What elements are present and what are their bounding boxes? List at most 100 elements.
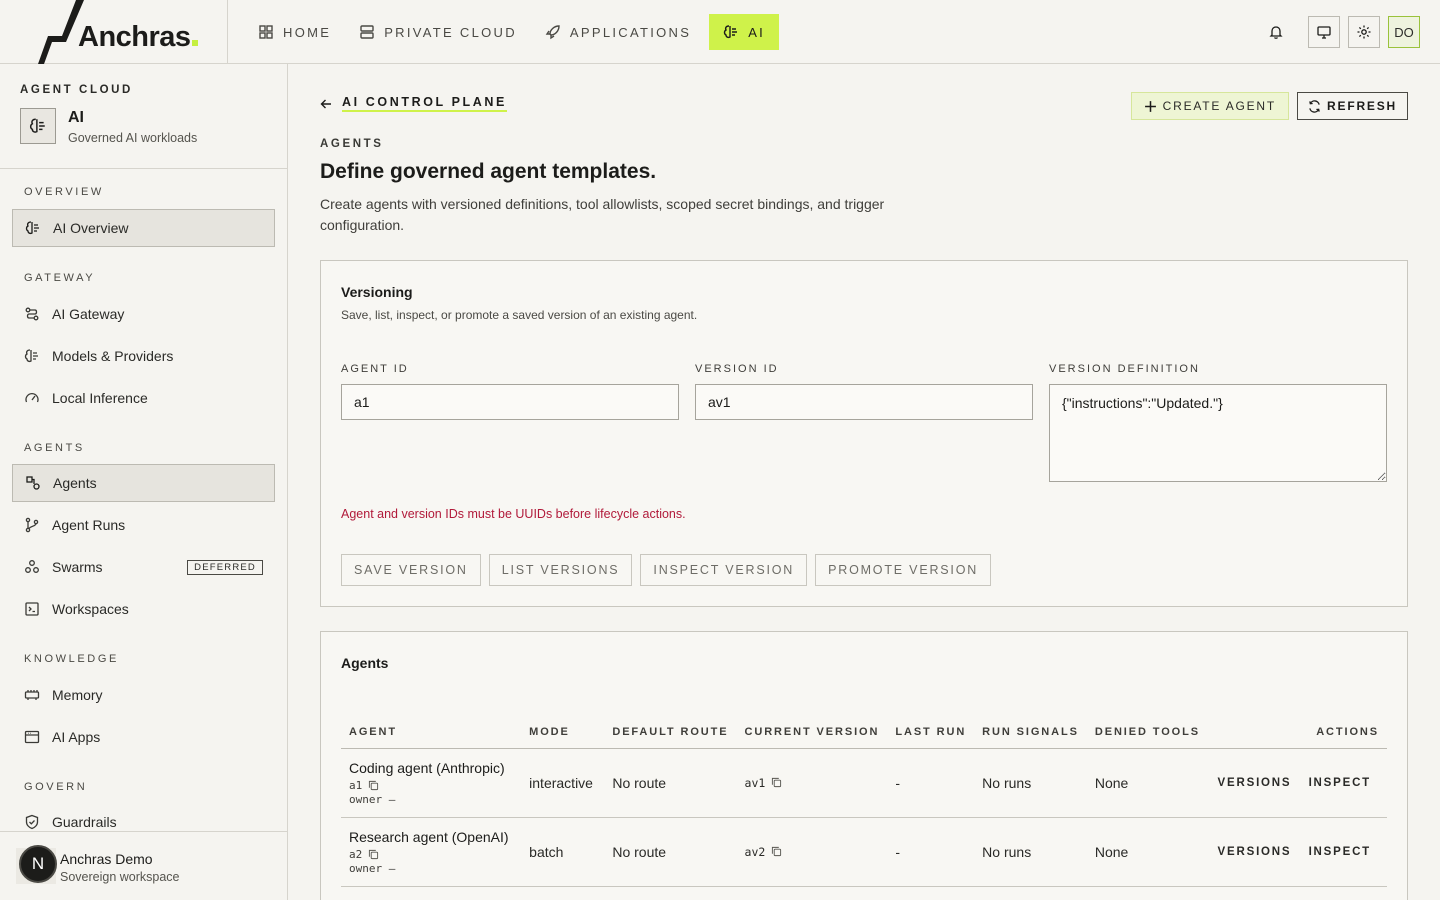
versions-action[interactable]: VERSIONS	[1209, 817, 1301, 887]
page-title: Define governed agent templates.	[320, 160, 657, 183]
create-agent-button[interactable]: CREATE AGENT	[1130, 92, 1290, 120]
main-nav: HOME PRIVATE CLOUD APPLICATIONS AI	[244, 14, 780, 50]
version-cell: av1	[736, 748, 888, 818]
back-link-label: AI CONTROL PLANE	[342, 95, 507, 112]
agents-icon	[26, 476, 40, 490]
denied-tools-cell: None	[1086, 748, 1210, 818]
nav-applications-label: APPLICATIONS	[569, 24, 692, 40]
inspect-version-button[interactable]: INSPECT VERSION	[640, 554, 808, 586]
workspace-switcher[interactable]: N Anchras Demo Sovereign workspace	[0, 831, 287, 900]
copy-icon[interactable]	[368, 780, 379, 791]
inspect-action[interactable]: INSPECT	[1300, 817, 1387, 887]
version-definition-textarea[interactable]: {"instructions":"Updated."}	[1049, 384, 1387, 482]
brain-icon	[724, 25, 738, 39]
nav-ai[interactable]: AI	[709, 14, 780, 50]
mode-cell: interactive	[521, 748, 605, 818]
brand-name: Anchras	[78, 21, 191, 53]
server-icon	[360, 25, 374, 39]
sidebar-item-local-inference[interactable]: Local Inference	[12, 379, 275, 417]
sidebar-item-agents[interactable]: Agents	[12, 464, 275, 502]
versioning-card: Versioning Save, list, inspect, or promo…	[320, 260, 1408, 607]
promote-version-button[interactable]: PROMOTE VERSION	[815, 554, 992, 586]
notifications-button[interactable]	[1260, 16, 1292, 48]
agent-name[interactable]: Coding agent (Anthropic)	[349, 760, 513, 776]
sidebar-item-label: Memory	[52, 687, 103, 703]
brain-icon	[25, 221, 39, 235]
copy-icon[interactable]	[771, 846, 782, 857]
versions-action[interactable]: VERSIONS	[1209, 748, 1301, 818]
settings-button[interactable]	[1348, 16, 1380, 48]
sidebar-header: AGENT CLOUD AI Governed AI workloads	[0, 64, 287, 169]
table-row: Research agent (OpenAI) a2 owner – batch…	[341, 817, 1387, 887]
gauge-icon	[25, 392, 39, 403]
sidebar-item-swarms[interactable]: Swarms DEFERRED	[12, 548, 275, 586]
back-link[interactable]: AI CONTROL PLANE	[320, 95, 507, 112]
sidebar-item-agent-runs[interactable]: Agent Runs	[12, 506, 275, 544]
user-avatar[interactable]: DO	[1388, 16, 1420, 48]
route-cell: No route	[604, 748, 737, 818]
app-window-icon	[24, 730, 40, 744]
sidebar-item-workspaces[interactable]: Workspaces	[12, 590, 275, 628]
page-eyebrow: AGENTS	[320, 138, 384, 150]
column-header: AGENT	[341, 716, 522, 749]
agents-card: Agents AGENT MODE DEFAULT ROUTE CURRENT …	[320, 631, 1408, 900]
sidebar-item-ai-overview[interactable]: AI Overview	[12, 209, 275, 247]
terminal-icon	[25, 602, 39, 616]
nav-home[interactable]: HOME	[244, 14, 345, 50]
sidebar-item-label: AI Apps	[52, 729, 101, 745]
sidebar-item-models-providers[interactable]: Models & Providers	[12, 337, 275, 375]
refresh-button[interactable]: REFRESH	[1297, 92, 1408, 120]
versioning-subtitle: Save, list, inspect, or promote a saved …	[341, 308, 698, 322]
agent-id-value: a1	[349, 778, 363, 792]
sidebar-item-label: Models & Providers	[52, 348, 174, 364]
agent-cell: Research agent (OpenAI) a2 owner –	[341, 817, 522, 887]
sidebar-item-ai-gateway[interactable]: AI Gateway	[12, 295, 275, 333]
page-actions: CREATE AGENT REFRESH	[1130, 92, 1408, 120]
sidebar-item-ai-apps[interactable]: AI Apps	[12, 718, 275, 756]
agent-id-label: AGENT ID	[341, 363, 409, 375]
agent-id: a1	[349, 779, 513, 792]
agent-cell: Coding agent (Anthropic) a1 owner –	[341, 748, 522, 818]
route-icon	[25, 307, 39, 321]
sidebar-item-memory[interactable]: Memory	[12, 676, 275, 714]
deferred-badge: DEFERRED	[187, 559, 263, 575]
version-definition-label: VERSION DEFINITION	[1049, 363, 1200, 375]
last-run-cell: -	[887, 817, 975, 887]
sidebar-app-subtitle: Governed AI workloads	[68, 131, 198, 145]
agent-name[interactable]: Research agent (OpenAI)	[349, 829, 513, 845]
validation-error: Agent and version IDs must be UUIDs befo…	[341, 507, 686, 521]
list-versions-button[interactable]: LIST VERSIONS	[488, 554, 633, 586]
copy-icon[interactable]	[368, 849, 379, 860]
agent-id-input[interactable]	[341, 384, 679, 420]
refresh-label: REFRESH	[1327, 99, 1397, 113]
nav-applications[interactable]: APPLICATIONS	[531, 14, 705, 50]
sidebar-item-label: Swarms	[52, 559, 103, 575]
nav-private-cloud[interactable]: PRIVATE CLOUD	[345, 14, 531, 50]
agents-card-title: Agents	[341, 655, 389, 671]
agent-id: a2	[349, 848, 513, 861]
column-header: DEFAULT ROUTE	[604, 716, 737, 749]
swarm-icon	[25, 560, 39, 573]
sidebar-item-label: Local Inference	[52, 390, 148, 406]
version-value: av1	[744, 775, 766, 790]
brand-logo[interactable]: Anchras	[0, 0, 228, 64]
rocket-icon	[545, 25, 560, 40]
display-button[interactable]	[1308, 16, 1340, 48]
version-id-label: VERSION ID	[695, 363, 779, 375]
table-row: Coding agent (Anthropic) a1 owner – inte…	[341, 748, 1387, 818]
route-cell: No route	[604, 817, 737, 887]
section-overview: OVERVIEW	[24, 186, 104, 198]
column-header: RUN SIGNALS	[974, 716, 1087, 749]
version-id-input[interactable]	[695, 384, 1033, 420]
page-description: Create agents with versioned definitions…	[320, 196, 885, 233]
inspect-action[interactable]: INSPECT	[1300, 748, 1387, 818]
memory-chip-icon	[24, 690, 40, 700]
run-signals-cell: No runs	[974, 748, 1087, 818]
save-version-button[interactable]: SAVE VERSION	[341, 554, 481, 586]
versioning-title: Versioning	[341, 284, 413, 300]
workspace-avatar: N	[19, 845, 57, 883]
sidebar-item-label: Agents	[53, 475, 97, 491]
table-header-row: AGENT MODE DEFAULT ROUTE CURRENT VERSION…	[341, 716, 1387, 749]
copy-icon[interactable]	[771, 777, 782, 788]
workspace-subtitle: Sovereign workspace	[60, 870, 180, 884]
